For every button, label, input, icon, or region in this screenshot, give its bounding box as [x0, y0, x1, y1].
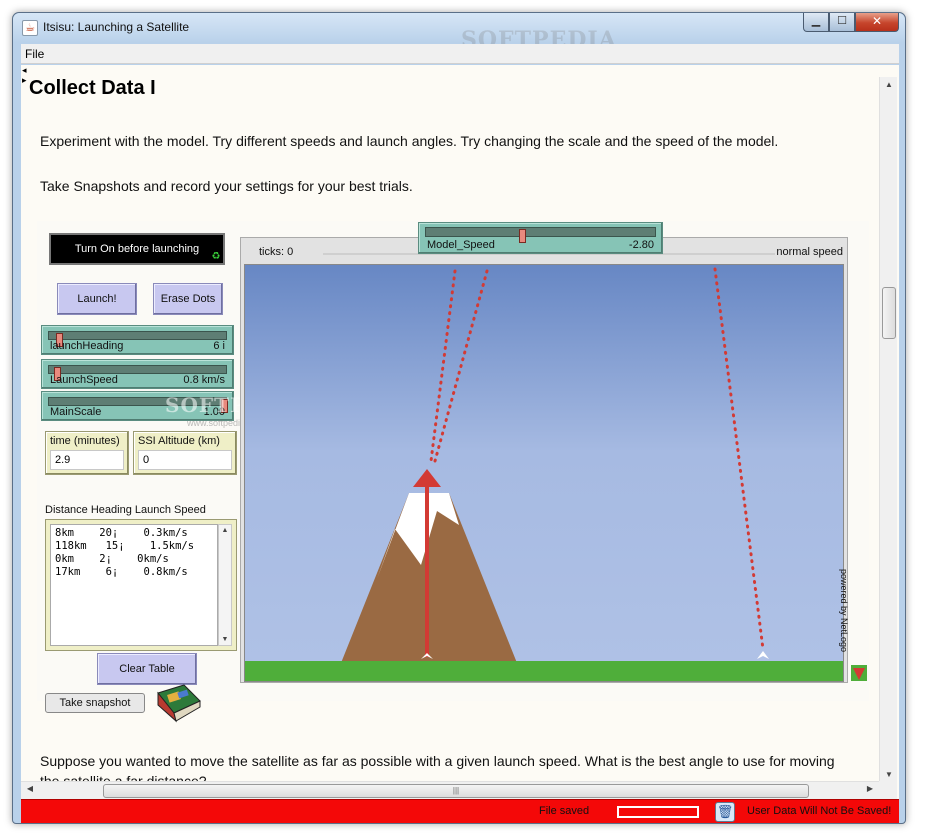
erase-dots-button[interactable]: Erase Dots: [153, 283, 223, 315]
slider-label: Model_Speed: [427, 239, 495, 251]
scroll-left-icon[interactable]: ◀: [23, 784, 37, 793]
netlogo-applet: Turn On before launching ♻ Launch! Erase…: [37, 221, 869, 723]
output-text[interactable]: 8km 20¡ 0.3km/s 118km 15¡ 1.5km/s 0km 2¡…: [50, 524, 218, 646]
java-app-icon: ☕: [22, 20, 38, 36]
title-bar[interactable]: ☕ Itsisu: Launching a Satellite SOFTPEDI…: [13, 13, 905, 53]
slider-value: -2.80: [628, 239, 654, 251]
monitor-value: 2.9: [50, 450, 124, 470]
normal-speed-label: normal speed: [776, 246, 843, 258]
time-monitor: time (minutes) 2.9: [45, 431, 129, 475]
landing-marker-icon: [757, 651, 769, 659]
model-speed-slider[interactable]: Model_Speed -2.80: [418, 222, 663, 254]
menu-bar: File: [21, 44, 899, 64]
close-button[interactable]: ✕: [855, 13, 899, 32]
launch-button[interactable]: Launch!: [57, 283, 137, 315]
trajectory-dots: [433, 269, 489, 463]
content-pane: ◂ ▸ Collect Data I Experiment with the mo…: [21, 65, 899, 799]
instruction-paragraph: Experiment with the model. Try different…: [40, 133, 779, 149]
slider-value: 6 i: [213, 340, 225, 352]
horizontal-scrollbar[interactable]: ◀ ||| ▶: [21, 781, 879, 799]
take-snapshot-button[interactable]: Take snapshot: [45, 693, 145, 713]
monitor-value: 0: [138, 450, 232, 470]
output-scrollbar[interactable]: ▲ ▼: [218, 524, 232, 646]
launch-heading-slider[interactable]: launchHeading 6 i: [41, 325, 234, 355]
slider-track[interactable]: [425, 227, 656, 243]
slider-value: 0.8 km/s: [183, 374, 225, 386]
scroll-down-icon[interactable]: ▼: [880, 770, 898, 779]
page-heading: Collect Data I: [29, 77, 156, 99]
status-bar: File saved 🗑 User Data Will Not Be Saved…: [21, 799, 899, 823]
turn-on-indicator[interactable]: Turn On before launching ♻: [49, 233, 225, 265]
maximize-button[interactable]: ☐: [829, 13, 855, 32]
world-view-frame: ticks: 0 normal speed: [240, 237, 848, 683]
scroll-up-icon[interactable]: ▲: [880, 80, 898, 89]
clear-table-button[interactable]: Clear Table: [97, 653, 197, 685]
question-paragraph: Suppose you wanted to move the satellite…: [40, 753, 835, 769]
scroll-down-icon[interactable]: ▼: [219, 636, 231, 643]
satellite-arrow-icon: [413, 469, 441, 487]
world-drawing: [341, 267, 769, 663]
scroll-corner: [879, 781, 897, 799]
monitor-label: time (minutes): [50, 435, 120, 447]
collapse-arrow-icon[interactable]: ◂ ▸: [22, 65, 27, 85]
vertical-scroll-thumb[interactable]: [882, 287, 896, 339]
notebook-icon[interactable]: [154, 683, 204, 723]
save-progress-bar: [617, 806, 699, 818]
recycle-bin-icon[interactable]: 🗑: [715, 802, 735, 822]
slider-track[interactable]: [48, 331, 227, 347]
file-saved-label: File saved: [539, 805, 590, 817]
slider-knob[interactable]: [519, 229, 526, 243]
netlogo-icon[interactable]: [851, 665, 867, 681]
output-header: Distance Heading Launch Speed: [45, 504, 206, 516]
output-area: 8km 20¡ 0.3km/s 118km 15¡ 1.5km/s 0km 2¡…: [45, 519, 237, 651]
scroll-right-icon[interactable]: ▶: [863, 784, 877, 793]
ticks-counter: ticks: 0: [259, 246, 294, 258]
slider-track[interactable]: [48, 365, 227, 381]
scroll-up-icon[interactable]: ▲: [219, 527, 231, 534]
minimize-button[interactable]: ▁: [803, 13, 829, 32]
user-data-warning: User Data Will Not Be Saved!: [747, 805, 892, 817]
window-title: Itsisu: Launching a Satellite: [43, 20, 190, 34]
vertical-scrollbar[interactable]: ▲ ▼: [879, 77, 897, 782]
monitor-label: SSI Altitude (km): [138, 435, 220, 447]
snapshot-paragraph: Take Snapshots and record your settings …: [40, 178, 413, 194]
altitude-monitor: SSI Altitude (km) 0: [133, 431, 237, 475]
slider-label: MainScale: [50, 406, 102, 418]
world-view[interactable]: [244, 264, 844, 682]
app-window: ☕ Itsisu: Launching a Satellite SOFTPEDI…: [12, 12, 906, 824]
launch-speed-slider[interactable]: LaunchSpeed 0.8 km/s: [41, 359, 234, 389]
powered-by-label: powered by NetLogo: [839, 569, 849, 653]
horizontal-scroll-thumb[interactable]: |||: [103, 784, 809, 798]
slider-label: LaunchSpeed: [50, 374, 118, 386]
turn-on-label: Turn On before launching: [74, 243, 200, 255]
trajectory-dots: [713, 267, 765, 651]
menu-file[interactable]: File: [25, 47, 44, 61]
ground: [245, 661, 843, 681]
forever-icon: ♻: [211, 251, 221, 262]
slider-label: launchHeading: [50, 340, 124, 352]
